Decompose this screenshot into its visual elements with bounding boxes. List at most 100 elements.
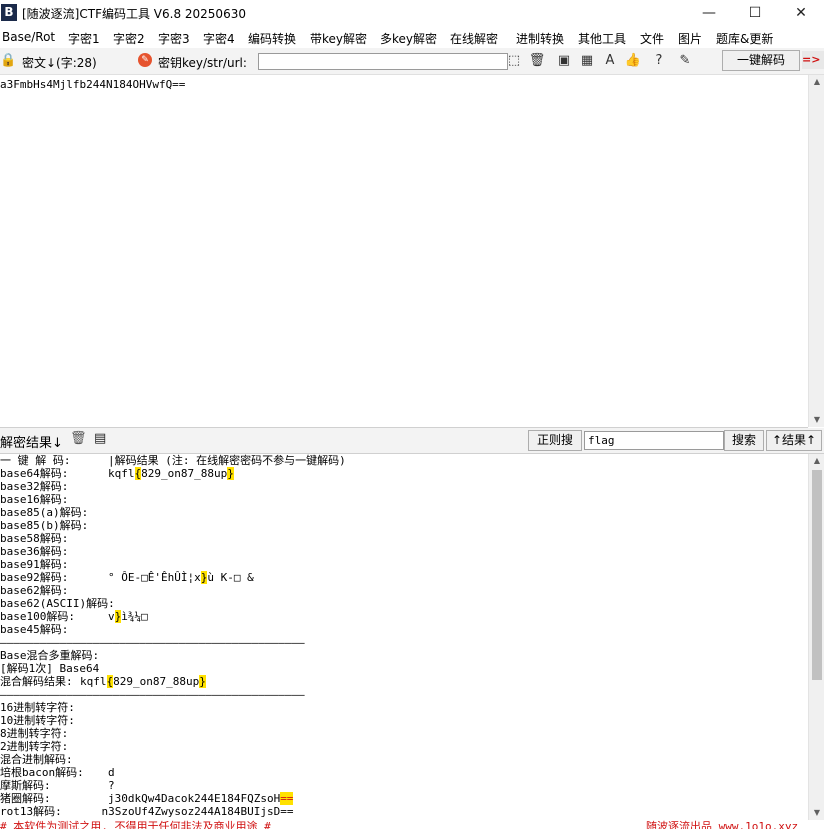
char: 8 [179, 675, 186, 688]
menu-multikey-decrypt[interactable]: 多key解密 [380, 30, 437, 47]
char: k [108, 467, 115, 480]
results-textarea[interactable]: 一 键 解 码: |解码结果 (注: 在线解密密码不参与一键解码) base64… [0, 454, 808, 820]
char: □ [233, 571, 241, 584]
scroll-up-arrow-icon[interactable]: ▲ [809, 454, 824, 468]
result-value-base100: v}ì¾¼□ [108, 610, 148, 623]
result-label-binary: 2进制转字符: [0, 740, 69, 753]
char: 8 [180, 467, 188, 480]
char: k [80, 675, 87, 688]
result-label-base85b: base85(b)解码: [0, 519, 89, 532]
result-label-base100: base100解码: [0, 610, 75, 623]
results-scrollbar[interactable]: ▲ ▼ [808, 454, 824, 820]
result-label-hex: 16进制转字符: [0, 701, 75, 714]
char: Û [174, 571, 181, 584]
mixed-decode-result-label: 混合解码结果: [0, 675, 73, 688]
char: _ [161, 467, 168, 480]
menu-zimi1[interactable]: 字密1 [68, 30, 100, 47]
calculator-icon[interactable]: ▦ [578, 52, 596, 70]
cipher-scrollbar[interactable]: ▲ ▼ [808, 75, 824, 427]
menu-online-decrypt[interactable]: 在线解密 [450, 30, 498, 47]
close-button[interactable]: ✕ [778, 0, 824, 26]
minimize-button[interactable]: — [686, 0, 732, 26]
result-label-pigpen: 猪圈解码: [0, 792, 51, 805]
cipher-textarea[interactable]: a3FmbHs4Mjlfb244N184OHVwfQ== [0, 75, 808, 428]
menu-base-convert[interactable]: 进制转换 [516, 30, 564, 47]
menu-encoding-convert[interactable]: 编码转换 [248, 30, 296, 47]
next-arrow-icon[interactable]: => [802, 51, 824, 69]
title-bar: B [随波逐流]CTF编码工具 V6.8 20250630 — ☐ ✕ [0, 0, 824, 26]
scroll-down-arrow-icon[interactable]: ▼ [809, 413, 824, 427]
result-label-decimal: 10进制转字符: [0, 714, 75, 727]
scroll-down-arrow-icon[interactable]: ▼ [809, 806, 824, 820]
menu-zimi4[interactable]: 字密4 [203, 30, 235, 47]
menu-file[interactable]: 文件 [640, 30, 664, 47]
menu-image[interactable]: 图片 [678, 30, 702, 47]
menu-question-bank-update[interactable]: 题库&更新 [716, 30, 773, 47]
search-input[interactable]: flag [584, 431, 724, 450]
thumbs-up-icon[interactable]: 👍 [624, 52, 642, 70]
char: f [121, 467, 128, 480]
menu-key-decrypt[interactable]: 带key解密 [310, 30, 367, 47]
result-label-base58: base58解码: [0, 532, 69, 545]
search-button[interactable]: 搜索 [724, 430, 764, 451]
menu-zimi2[interactable]: 字密2 [113, 30, 145, 47]
result-value-bacon: d [108, 766, 115, 779]
results-trash-icon[interactable]: 🗑 [70, 431, 87, 446]
footer: # 本软件为测试之用, 不得用于任何非法及商业用途 # 随波逐流出品 www.1… [0, 820, 824, 829]
char: x [194, 571, 201, 584]
char: l [99, 675, 107, 688]
footer-disclaimer: # 本软件为测试之用, 不得用于任何非法及商业用途 # [0, 820, 271, 829]
result-label-base91: base91解码: [0, 558, 69, 571]
result-value-morse: ? [108, 779, 115, 792]
cipher-text: a3FmbHs4Mjlfb244N184OHVwfQ== [0, 78, 186, 91]
result-label-base92: base92解码: [0, 571, 69, 584]
mixed-decode-title: Base混合多重解码: [0, 649, 100, 662]
result-label-octal: 8进制转字符: [0, 727, 69, 740]
scroll-thumb[interactable] [812, 470, 822, 680]
results-header-right: |解码结果 (注: 在线解密密码不参与一键解码) [108, 454, 346, 467]
one-click-decode-button[interactable]: 一键解码 [722, 50, 800, 71]
maximize-button[interactable]: ☐ [732, 0, 778, 26]
char [214, 571, 221, 584]
char: } [227, 467, 234, 480]
terminal-icon[interactable]: ▣ [555, 52, 573, 70]
char: Ô [121, 571, 128, 584]
char: l [127, 467, 135, 480]
result-label-base32: base32解码: [0, 480, 69, 493]
char: _ [166, 675, 173, 688]
char: _ [133, 675, 140, 688]
font-icon[interactable]: A [601, 52, 619, 70]
menu-base-rot[interactable]: Base/Rot [2, 30, 55, 44]
result-label-base62-ascii: base62(ASCII)解码: [0, 597, 115, 610]
result-label-base16: base16解码: [0, 493, 69, 506]
char: 9 [154, 467, 161, 480]
char: Ì [180, 571, 188, 584]
char: ' [154, 571, 161, 584]
char: 9 [126, 675, 133, 688]
up-result-button[interactable]: ↑结果↑ [766, 430, 822, 451]
copy-icon[interactable]: ▤ [94, 431, 106, 446]
menu-other-tools[interactable]: 其他工具 [578, 30, 626, 47]
scroll-up-arrow-icon[interactable]: ▲ [809, 75, 824, 89]
char: n [174, 467, 181, 480]
menu-bar: Base/Rot 字密1 字密2 字密3 字密4 编码转换 带key解密 多ke… [0, 26, 824, 48]
results-header-left: 一 键 解 码: [0, 454, 71, 467]
regex-search-button[interactable]: 正则搜 [528, 430, 582, 451]
result-label-base62: base62解码: [0, 584, 69, 597]
menu-zimi3[interactable]: 字密3 [158, 30, 190, 47]
char: v [108, 610, 115, 623]
result-label-base85a: base85(a)解码: [0, 506, 89, 519]
footer-credit: 随波逐流出品 www.1o1o.xyz [646, 820, 799, 829]
window-title: [随波逐流]CTF编码工具 V6.8 20250630 [22, 7, 246, 21]
char: ¾ [127, 610, 135, 623]
lock-icon: 🔒 [0, 53, 17, 68]
trash-icon[interactable]: 🗑 [528, 52, 546, 70]
edit-icon[interactable]: ✎ [676, 52, 694, 70]
help-icon[interactable]: ? [650, 52, 668, 70]
key-icon: ✎ [138, 53, 152, 67]
char: u [186, 675, 193, 688]
char: & [247, 571, 254, 584]
char: } [199, 675, 206, 688]
key-input[interactable] [258, 53, 508, 70]
padding-highlight: == [280, 792, 294, 805]
